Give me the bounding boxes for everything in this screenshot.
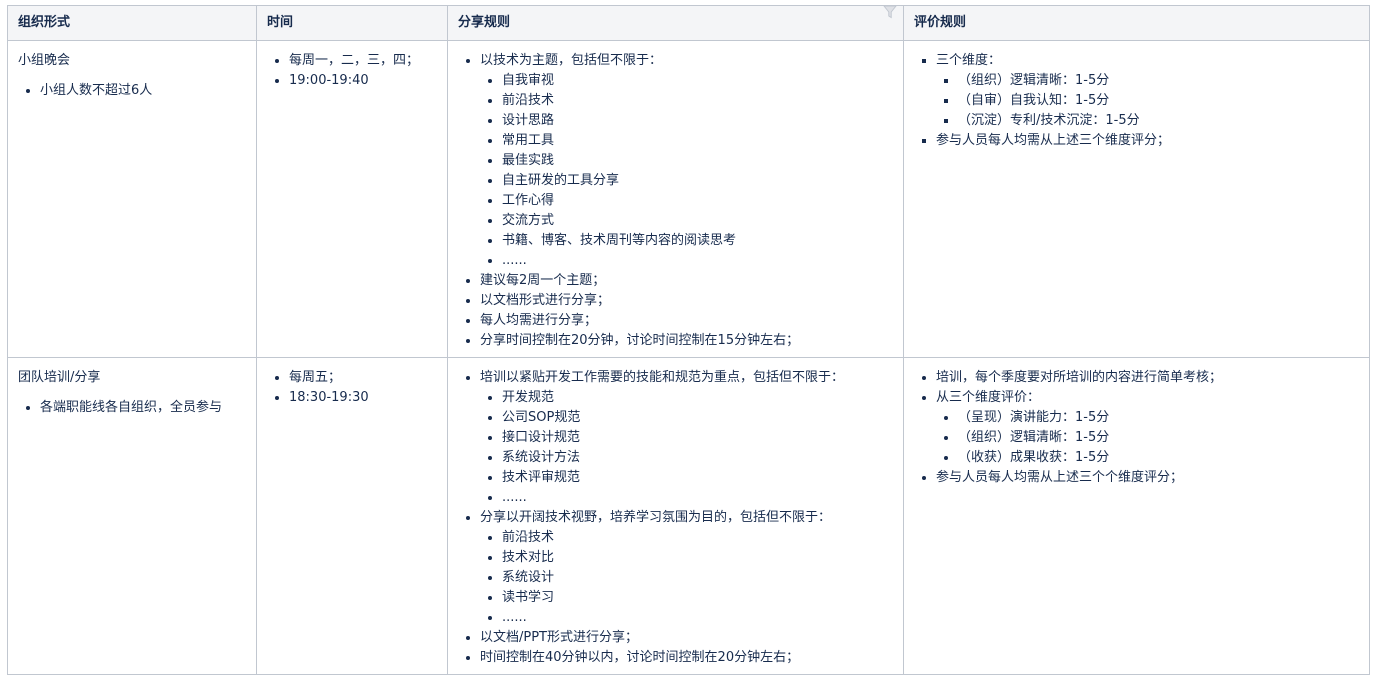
eval-rule: 参与人员每人均需从上述三个个维度评分； [936, 468, 1359, 488]
org-form-item: 小组人数不超过6人 [40, 81, 246, 101]
time-item: 19:00-19:40 [289, 71, 437, 91]
share-rule-sublist: 前沿技术技术对比系统设计读书学习...... [480, 528, 893, 628]
time-list: 每周一，二，三，四；19:00-19:40 [267, 51, 437, 91]
share-rule-subitem: 技术对比 [502, 548, 893, 568]
share-rule-text: 建议每2周一个主题； [480, 273, 606, 288]
share-rule: 分享以开阔技术视野，培养学习氛围为目的，包括但不限于： 前沿技术技术对比系统设计读… [480, 508, 893, 628]
eval-rule-sublist: （呈现）演讲能力：1-5分（组织）逻辑清晰：1-5分（收获）成果收获：1-5分 [936, 408, 1359, 468]
share-rule-subitem: 交流方式 [502, 211, 893, 231]
eval-rule: 三个维度： （组织）逻辑清晰：1-5分（自审）自我认知：1-5分（沉淀）专利/技术… [936, 51, 1359, 131]
share-rule-text: 分享时间控制在20分钟，讨论时间控制在15分钟左右； [480, 333, 800, 348]
cell-org-form: 团队培训/分享各端职能线各自组织，全员参与 [7, 357, 257, 675]
eval-rule: 参与人员每人均需从上述三个维度评分； [936, 131, 1359, 151]
header-label: 评价规则 [914, 15, 967, 30]
share-rule: 每人均需进行分享； [480, 311, 893, 331]
share-rule-subitem: ...... [502, 251, 893, 271]
eval-rule-subitem: （收获）成果收获：1-5分 [958, 448, 1359, 468]
time-item: 每周一，二，三，四； [289, 51, 437, 71]
share-rule-subitem: 常用工具 [502, 131, 893, 151]
share-rule-subitem: 系统设计方法 [502, 448, 893, 468]
share-rule-subitem: ...... [502, 488, 893, 508]
org-form-list: 小组人数不超过6人 [18, 81, 246, 101]
eval-rule-subitem: （沉淀）专利/技术沉淀：1-5分 [958, 111, 1359, 131]
eval-rule-text: 三个维度： [936, 53, 1002, 68]
header-label: 时间 [267, 15, 294, 30]
share-rule-subitem: 前沿技术 [502, 528, 893, 548]
filter-icon[interactable] [883, 5, 897, 19]
share-rule-subitem: 自主研发的工具分享 [502, 171, 893, 191]
org-form-list: 各端职能线各自组织，全员参与 [18, 398, 246, 418]
eval-rule-subitem: （呈现）演讲能力：1-5分 [958, 408, 1359, 428]
table-header-row: 组织形式 时间 分享规则 评价规则 [7, 5, 1370, 41]
time-list: 每周五；18:30-19:30 [267, 368, 437, 408]
share-rule-text: 以文档形式进行分享； [480, 293, 611, 308]
eval-rule-text: 培训，每个季度要对所培训的内容进行简单考核； [936, 370, 1223, 385]
share-rule-subitem: 前沿技术 [502, 91, 893, 111]
content-table: 组织形式 时间 分享规则 评价规则 小组晚会小组人数不超过6人每周一，二，三，四… [7, 5, 1370, 675]
share-rule-text: 分享以开阔技术视野，培养学习氛围为目的，包括但不限于： [480, 510, 832, 525]
share-rule-text: 时间控制在40分钟以内，讨论时间控制在20分钟左右； [480, 650, 800, 665]
eval-rule: 从三个维度评价： （呈现）演讲能力：1-5分（组织）逻辑清晰：1-5分（收获）成果… [936, 388, 1359, 468]
header-share-rules[interactable]: 分享规则 [447, 5, 904, 41]
eval-rule: 培训，每个季度要对所培训的内容进行简单考核； [936, 368, 1359, 388]
share-rule-text: 以技术为主题，包括但不限于： [480, 53, 663, 68]
share-rule-subitem: 最佳实践 [502, 151, 893, 171]
share-rule: 时间控制在40分钟以内，讨论时间控制在20分钟左右； [480, 648, 893, 668]
share-rule: 以技术为主题，包括但不限于： 自我审视前沿技术设计思路常用工具最佳实践自主研发的工… [480, 51, 893, 271]
org-form-title: 小组晚会 [18, 53, 71, 68]
table-row: 小组晚会小组人数不超过6人每周一，二，三，四；19:00-19:40以技术为主题… [7, 40, 1370, 358]
share-rule: 培训以紧贴开发工作需要的技能和规范为重点，包括但不限于： 开发规范公司SOP规范接… [480, 368, 893, 508]
cell-org-form: 小组晚会小组人数不超过6人 [7, 40, 257, 358]
share-rule-subitem: 设计思路 [502, 111, 893, 131]
header-label: 分享规则 [458, 15, 511, 30]
cell-share-rules: 培训以紧贴开发工作需要的技能和规范为重点，包括但不限于： 开发规范公司SOP规范接… [447, 357, 904, 675]
eval-rule-list: 培训，每个季度要对所培训的内容进行简单考核； 从三个维度评价： （呈现）演讲能力：1… [914, 368, 1359, 488]
share-rule-text: 以文档/PPT形式进行分享； [480, 630, 638, 645]
eval-rule-subitem: （自审）自我认知：1-5分 [958, 91, 1359, 111]
share-rule-subitem: 书籍、博客、技术周刊等内容的阅读思考 [502, 231, 893, 251]
eval-rule-list: 三个维度： （组织）逻辑清晰：1-5分（自审）自我认知：1-5分（沉淀）专利/技术… [914, 51, 1359, 151]
share-rule: 建议每2周一个主题； [480, 271, 893, 291]
org-form-title: 团队培训/分享 [18, 370, 101, 385]
share-rule-subitem: 工作心得 [502, 191, 893, 211]
share-rule-text: 每人均需进行分享； [480, 313, 598, 328]
header-org-form[interactable]: 组织形式 [7, 5, 257, 41]
eval-rule-text: 参与人员每人均需从上述三个个维度评分； [936, 470, 1184, 485]
eval-rule-subitem: （组织）逻辑清晰：1-5分 [958, 71, 1359, 91]
share-rule-sublist: 自我审视前沿技术设计思路常用工具最佳实践自主研发的工具分享工作心得交流方式书籍、… [480, 71, 893, 271]
share-rule-list: 以技术为主题，包括但不限于： 自我审视前沿技术设计思路常用工具最佳实践自主研发的工… [458, 51, 893, 351]
share-rule-sublist: 开发规范公司SOP规范接口设计规范系统设计方法技术评审规范...... [480, 388, 893, 508]
cell-time: 每周五；18:30-19:30 [256, 357, 448, 675]
content-table-wrapper: 组织形式 时间 分享规则 评价规则 小组晚会小组人数不超过6人每周一，二，三，四… [7, 5, 1370, 675]
eval-rule-text: 从三个维度评价： [936, 390, 1041, 405]
eval-rule-sublist: （组织）逻辑清晰：1-5分（自审）自我认知：1-5分（沉淀）专利/技术沉淀：1-… [936, 71, 1359, 131]
eval-rule-text: 参与人员每人均需从上述三个维度评分； [936, 133, 1171, 148]
cell-eval-rules: 三个维度： （组织）逻辑清晰：1-5分（自审）自我认知：1-5分（沉淀）专利/技术… [903, 40, 1370, 358]
org-form-item: 各端职能线各自组织，全员参与 [40, 398, 246, 418]
share-rule-subitem: 开发规范 [502, 388, 893, 408]
share-rule-subitem: 自我审视 [502, 71, 893, 91]
table-row: 团队培训/分享各端职能线各自组织，全员参与每周五；18:30-19:30培训以紧… [7, 357, 1370, 675]
share-rule: 以文档/PPT形式进行分享； [480, 628, 893, 648]
cell-eval-rules: 培训，每个季度要对所培训的内容进行简单考核； 从三个维度评价： （呈现）演讲能力：1… [903, 357, 1370, 675]
share-rule-list: 培训以紧贴开发工作需要的技能和规范为重点，包括但不限于： 开发规范公司SOP规范接… [458, 368, 893, 668]
share-rule-subitem: 读书学习 [502, 588, 893, 608]
header-eval-rules[interactable]: 评价规则 [903, 5, 1370, 41]
cell-time: 每周一，二，三，四；19:00-19:40 [256, 40, 448, 358]
time-item: 18:30-19:30 [289, 388, 437, 408]
cell-share-rules: 以技术为主题，包括但不限于： 自我审视前沿技术设计思路常用工具最佳实践自主研发的工… [447, 40, 904, 358]
header-label: 组织形式 [18, 15, 71, 30]
share-rule-subitem: 技术评审规范 [502, 468, 893, 488]
share-rule: 以文档形式进行分享； [480, 291, 893, 311]
share-rule-subitem: 系统设计 [502, 568, 893, 588]
share-rule-subitem: 公司SOP规范 [502, 408, 893, 428]
share-rule-text: 培训以紧贴开发工作需要的技能和规范为重点，包括但不限于： [480, 370, 845, 385]
share-rule: 分享时间控制在20分钟，讨论时间控制在15分钟左右； [480, 331, 893, 351]
header-time[interactable]: 时间 [256, 5, 448, 41]
share-rule-subitem: ...... [502, 608, 893, 628]
share-rule-subitem: 接口设计规范 [502, 428, 893, 448]
time-item: 每周五； [289, 368, 437, 388]
eval-rule-subitem: （组织）逻辑清晰：1-5分 [958, 428, 1359, 448]
